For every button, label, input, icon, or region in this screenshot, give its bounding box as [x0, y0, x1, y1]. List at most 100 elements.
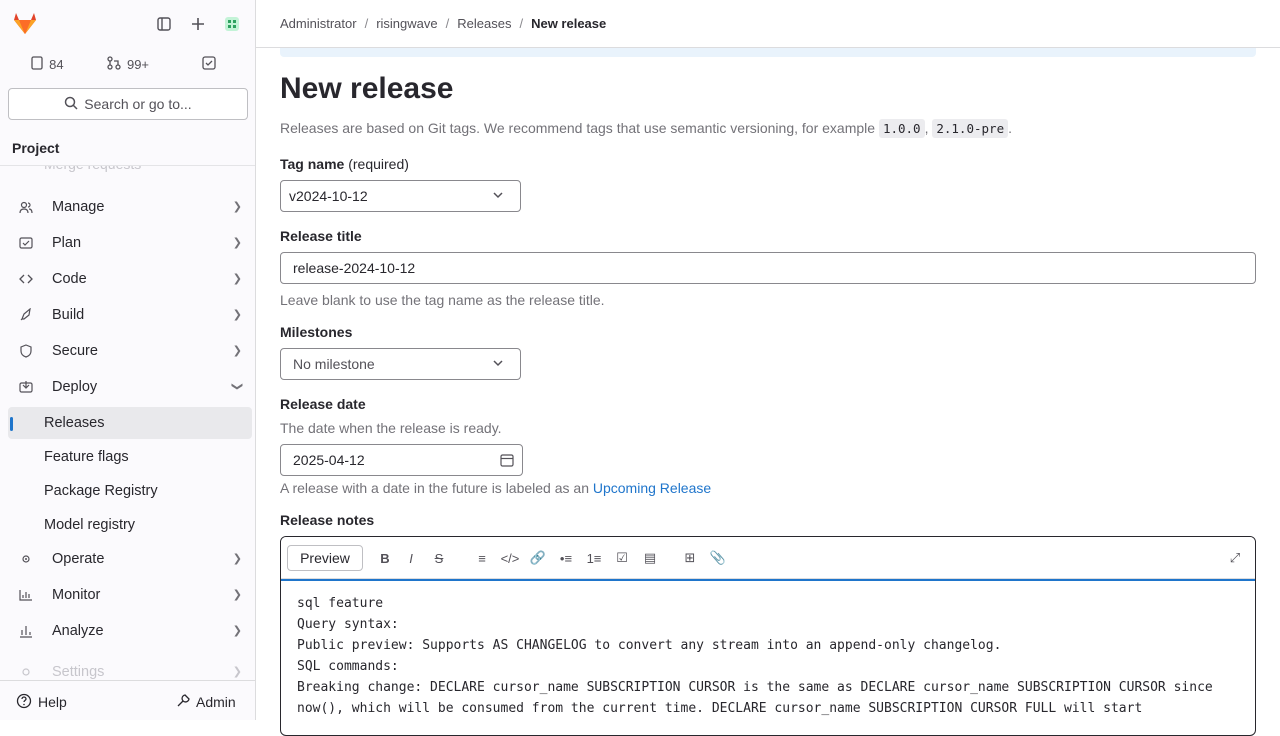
sidebar-item-secure[interactable]: Secure ❯: [8, 335, 252, 367]
table-icon[interactable]: ⊞: [679, 545, 701, 571]
chevron-right-icon: ❯: [232, 666, 242, 678]
sidebar-footer: Help Admin: [0, 680, 255, 720]
admin-button[interactable]: Admin: [170, 689, 248, 715]
sidebar-item-package-registry[interactable]: Package Registry: [8, 475, 252, 507]
future-date-help: A release with a date in the future is l…: [280, 480, 711, 496]
release-notes-label: Release notes: [280, 512, 375, 528]
release-title-input[interactable]: release-2024-10-12: [280, 252, 1256, 284]
link-icon[interactable]: 🔗: [527, 545, 549, 571]
create-new-icon[interactable]: [182, 8, 214, 40]
shield-icon: [18, 343, 34, 359]
chevron-right-icon: ❯: [232, 309, 242, 321]
required-text: (required): [348, 156, 409, 172]
attach-icon[interactable]: 📎: [707, 545, 729, 571]
sidebar-item-label: Monitor: [52, 587, 101, 603]
release-title-value: release-2024-10-12: [293, 260, 416, 276]
release-date-input[interactable]: 2025-04-12: [280, 444, 523, 476]
breadcrumb-separator: /: [445, 16, 450, 31]
monitor-icon: [18, 587, 34, 603]
release-notes-textarea[interactable]: sql feature Query syntax: Public preview…: [281, 579, 1255, 735]
rocket-icon: [18, 307, 34, 323]
search-button[interactable]: Search or go to...: [8, 88, 248, 120]
sidebar-item-deploy[interactable]: Deploy ❯: [8, 371, 252, 403]
todo-check-icon: [202, 55, 216, 73]
milestones-select[interactable]: No milestone: [280, 348, 521, 380]
search-label: Search or go to...: [84, 96, 192, 112]
sidebar-item-label: Deploy: [52, 379, 98, 395]
merge-request-icon: [107, 55, 121, 73]
collapsible-icon[interactable]: ▤: [639, 545, 661, 571]
code-icon: [18, 271, 34, 287]
chevron-right-icon: ❯: [232, 273, 242, 285]
tag-name-value: v2024-10-12: [289, 188, 368, 204]
sidebar-item-analyze[interactable]: Analyze ❯: [8, 615, 252, 647]
sidebar-item-feature-flags[interactable]: Feature flags: [8, 441, 252, 473]
bullet-list-icon[interactable]: •≡: [555, 545, 577, 571]
numbered-list-icon[interactable]: 1≡: [583, 545, 605, 571]
project-section-title: Project: [0, 128, 255, 166]
italic-icon[interactable]: I: [401, 545, 421, 571]
sidebar-item-build[interactable]: Build ❯: [8, 299, 252, 331]
admin-label: Admin: [196, 694, 236, 710]
sidebar-item-model-registry[interactable]: Model registry: [8, 509, 252, 541]
release-notes-editor: Preview B I S ≡ </> 🔗 •≡ 1≡ ☑ ▤ ⊞ 📎 ⤢ sq…: [280, 536, 1256, 736]
page-title: New release: [280, 72, 454, 105]
todos-counter[interactable]: [169, 48, 248, 80]
chevron-right-icon: ❯: [232, 237, 242, 249]
breadcrumb-item[interactable]: risingwave: [376, 16, 437, 31]
sidebar-item-label: Code: [52, 271, 87, 287]
code-icon[interactable]: </>: [499, 545, 521, 571]
merge-requests-counter[interactable]: 99+: [89, 48, 168, 80]
sidebar-item-label: Package Registry: [44, 483, 158, 499]
breadcrumb-current[interactable]: New release: [531, 16, 606, 31]
alert-banner: [280, 48, 1256, 57]
sidebar: 84 99+ Search or go to... Project Merge …: [0, 0, 256, 720]
sidebar-item-label: Secure: [52, 343, 98, 359]
strikethrough-icon[interactable]: S: [429, 545, 449, 571]
chevron-right-icon: ❯: [232, 589, 242, 601]
users-icon: [18, 199, 34, 215]
chevron-right-icon: ❯: [232, 625, 242, 637]
release-date-help: The date when the release is ready.: [280, 420, 502, 436]
quote-icon[interactable]: ≡: [471, 545, 493, 571]
editor-toolbar: Preview B I S ≡ </> 🔗 •≡ 1≡ ☑ ▤ ⊞ 📎 ⤢: [281, 537, 1255, 579]
sidebar-item-label: Build: [52, 307, 85, 323]
breadcrumb-item[interactable]: Administrator: [280, 16, 357, 31]
sidebar-counters: 84 99+: [8, 48, 248, 80]
gitlab-logo-icon[interactable]: [8, 6, 42, 40]
bold-icon[interactable]: B: [375, 545, 395, 571]
issues-icon: [31, 55, 43, 73]
example-tag: 2.1.0-pre: [932, 119, 1009, 138]
sidebar-item-label: Releases: [44, 415, 105, 431]
calendar-icon[interactable]: [492, 446, 522, 474]
task-list-icon[interactable]: ☑: [611, 545, 633, 571]
sidebar-item-plan[interactable]: Plan ❯: [8, 227, 252, 259]
settings-icon: [18, 664, 34, 680]
sidebar-header: [0, 0, 255, 48]
chevron-right-icon: ❯: [232, 201, 242, 213]
chevron-right-icon: ❯: [232, 345, 242, 357]
breadcrumb-separator: /: [364, 16, 369, 31]
sidebar-item-monitor[interactable]: Monitor ❯: [8, 579, 252, 611]
breadcrumb-item[interactable]: Releases: [457, 16, 511, 31]
sidebar-toggle-icon[interactable]: [148, 8, 180, 40]
release-title-label: Release title: [280, 228, 362, 244]
fullscreen-icon[interactable]: ⤢: [1223, 545, 1247, 571]
chevron-down-icon: ❯: [230, 381, 243, 392]
sidebar-item-releases[interactable]: Releases: [8, 407, 252, 439]
help-label: Help: [38, 694, 67, 710]
sidebar-item-code[interactable]: Code ❯: [8, 263, 252, 295]
sidebar-item-operate[interactable]: Operate ❯: [8, 543, 252, 575]
release-date-label: Release date: [280, 396, 366, 412]
help-button[interactable]: Help: [10, 689, 80, 715]
cloud-gear-icon: [18, 551, 34, 567]
tag-name-select[interactable]: v2024-10-12: [280, 180, 521, 212]
plan-icon: [18, 235, 34, 251]
preview-button[interactable]: Preview: [287, 545, 363, 571]
release-title-help: Leave blank to use the tag name as the r…: [280, 292, 605, 308]
sidebar-item-manage[interactable]: Manage ❯: [8, 191, 252, 223]
issues-counter[interactable]: 84: [8, 48, 87, 80]
upcoming-release-link[interactable]: Upcoming Release: [593, 480, 711, 496]
user-avatar-icon[interactable]: [216, 8, 248, 40]
tag-name-label: Tag name (required): [280, 156, 409, 172]
